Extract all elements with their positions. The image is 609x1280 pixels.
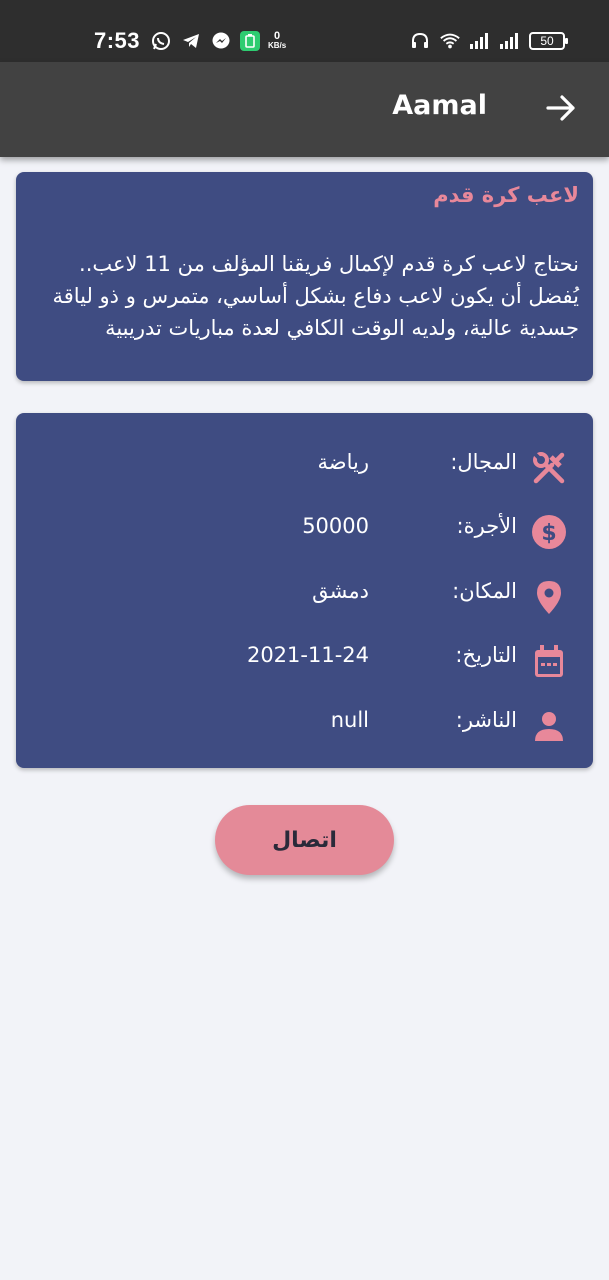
detail-value-field: رياضة (317, 450, 369, 474)
calendar-icon (531, 643, 567, 679)
detail-row-salary: $ الأجرة: 50000 (16, 506, 593, 556)
network-speed-unit: KB/s (268, 41, 287, 50)
app-title: Aamal (392, 90, 487, 121)
status-bar: 7:53 0 KB/s 50 (0, 0, 609, 62)
wifi-icon (439, 30, 461, 52)
signal-icon-2 (499, 30, 521, 52)
detail-label-salary: الأجرة: (456, 514, 517, 538)
detail-value-salary: 50000 (302, 514, 369, 538)
signal-icon-1 (469, 30, 491, 52)
detail-label-date: التاريخ: (455, 643, 517, 667)
battery-level: 50 (540, 34, 554, 48)
detail-value-date: 2021-11-24 (246, 643, 369, 667)
detail-value-location: دمشق (312, 579, 369, 603)
app-bar: Aamal (0, 62, 609, 157)
headphones-icon (409, 30, 431, 52)
detail-label-publisher: الناشر: (455, 708, 517, 732)
notification-icons: 0 KB/s (150, 30, 286, 52)
detail-label-field: المجال: (450, 450, 517, 474)
detail-label-location: المكان: (452, 579, 517, 603)
messenger-icon (210, 30, 232, 52)
job-description-card: لاعب كرة قدم نحتاج لاعب كرة قدم لإكمال ف… (16, 172, 593, 381)
detail-row-field: المجال: رياضة (16, 442, 593, 492)
detail-row-publisher: الناشر: null (16, 700, 593, 750)
status-time: 7:53 (94, 28, 141, 53)
detail-row-date: التاريخ: 2021-11-24 (16, 635, 593, 685)
contact-button[interactable]: اتصال (215, 805, 394, 875)
person-icon (531, 708, 567, 744)
system-icons: 50 (409, 30, 568, 52)
svg-text:$: $ (541, 521, 556, 546)
battery-icon: 50 (529, 32, 568, 50)
detail-row-location: المكان: دمشق (16, 571, 593, 621)
whatsapp-icon (150, 30, 172, 52)
tools-icon (531, 450, 567, 486)
arrow-right-icon[interactable] (543, 90, 579, 126)
job-description: نحتاج لاعب كرة قدم لإكمال فريقنا المؤلف … (52, 252, 579, 340)
job-details-card: المجال: رياضة $ الأجرة: 50000 المكان: دم… (16, 413, 593, 768)
telegram-icon (180, 30, 202, 52)
detail-value-publisher: null (330, 708, 369, 732)
dollar-icon: $ (531, 514, 567, 550)
location-pin-icon (531, 579, 567, 615)
job-title: لاعب كرة قدم (433, 183, 579, 207)
network-speed-value: 0 (274, 30, 281, 42)
network-speed: 0 KB/s (268, 30, 287, 51)
battery-saver-icon (240, 31, 260, 51)
